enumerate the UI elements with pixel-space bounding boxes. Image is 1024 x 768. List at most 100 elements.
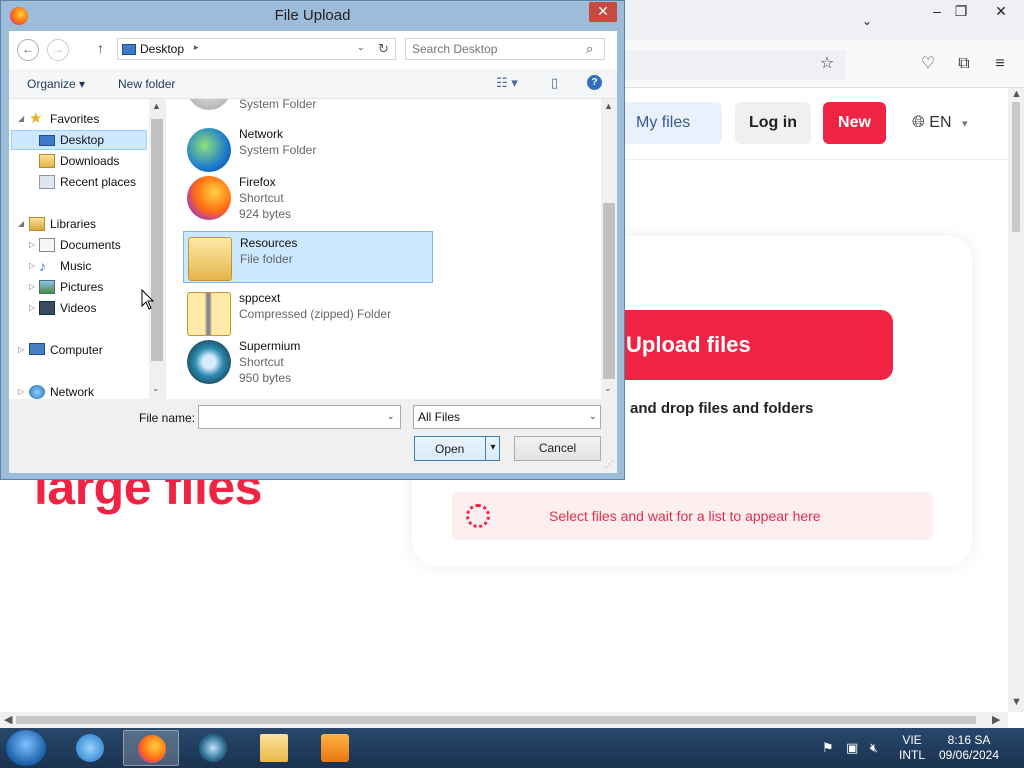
new-folder-button[interactable]: New folder (118, 77, 175, 91)
file-item-network[interactable]: Network System Folder (183, 123, 433, 175)
taskbar-media-player[interactable] (307, 730, 363, 766)
file-name-combobox[interactable]: ⌄ (198, 405, 401, 429)
search-box[interactable]: ⌕ (405, 38, 605, 60)
cancel-button[interactable]: Cancel (514, 436, 601, 461)
scroll-up-icon[interactable]: ▲ (1011, 88, 1022, 100)
expand-arrow-icon[interactable]: ▷ (29, 256, 35, 276)
upload-files-button[interactable]: Upload files (580, 310, 893, 380)
tree-item-pictures[interactable]: ▷ Pictures (9, 277, 149, 297)
tree-item-music[interactable]: ▷ ♪ Music (9, 256, 149, 276)
open-button[interactable]: Open ▾ (414, 436, 500, 461)
language-selector[interactable]: 🌐︎ EN ▾ (912, 102, 967, 144)
collapse-arrow-icon[interactable]: ◢ (18, 109, 24, 129)
scroll-thumb[interactable] (16, 716, 976, 724)
file-list-scrollbar[interactable]: ▲ ⌄ (601, 99, 617, 399)
recent-places-icon (39, 175, 55, 189)
tree-item-libraries[interactable]: ◢ Libraries (9, 214, 149, 234)
file-name-dropdown-icon[interactable]: ⌄ (387, 411, 395, 422)
tree-item-desktop[interactable]: Desktop (11, 130, 147, 150)
search-input[interactable] (412, 41, 582, 57)
tree-item-documents[interactable]: ▷ Documents (9, 235, 149, 255)
url-bar[interactable] (600, 50, 846, 80)
restore-icon[interactable]: ❐ (946, 0, 976, 22)
tree-scroll-down-icon[interactable]: ⌄ (152, 383, 160, 394)
file-upload-dialog: File Upload ✕ ← → ↑ Desktop ▸ ⌄ ↻ ⌕ Orga… (0, 0, 625, 480)
preview-pane-icon[interactable]: ▯ (551, 75, 558, 91)
file-name-input[interactable] (203, 409, 378, 425)
music-icon: ♪ (39, 258, 46, 274)
dialog-title: File Upload (274, 7, 351, 24)
refresh-button[interactable]: ↻ (372, 38, 396, 60)
expand-arrow-icon[interactable]: ▷ (18, 382, 24, 399)
file-type-dropdown-icon[interactable]: ⌄ (589, 411, 597, 422)
start-button[interactable] (6, 730, 46, 766)
files-scroll-down-icon[interactable]: ⌄ (604, 383, 612, 394)
file-item-sppcext[interactable]: sppcext Compressed (zipped) Folder (183, 287, 433, 339)
help-icon[interactable]: ? (587, 75, 602, 90)
expand-arrow-icon[interactable]: ▷ (29, 277, 35, 297)
taskbar-ie[interactable] (62, 730, 118, 766)
file-name: Supermium (239, 339, 301, 353)
tree-item-favorites[interactable]: ◢ ★ Favorites (9, 109, 149, 129)
back-button[interactable]: ← (17, 39, 39, 61)
tree-item-network[interactable]: ▷ Network (9, 382, 149, 399)
tree-label: Music (60, 259, 92, 273)
tree-item-videos[interactable]: ▷ Videos (9, 298, 149, 318)
volume-muted-icon[interactable]: 🔇︎ (870, 740, 878, 756)
file-type-select[interactable]: All Files ⌄ (413, 405, 601, 429)
tree-scrollbar[interactable]: ▲ ⌄ (149, 99, 165, 399)
tab-list-chevron-icon[interactable]: ⌄ (852, 10, 882, 32)
file-item-system-folder[interactable]: System Folder (183, 99, 433, 113)
scroll-left-icon[interactable]: ◀ (4, 713, 12, 726)
taskbar-supermium[interactable] (185, 730, 241, 766)
new-button[interactable]: New (823, 102, 886, 144)
input-language[interactable]: VIE INTL (896, 733, 928, 763)
forward-button[interactable]: → (47, 39, 69, 61)
dialog-close-button[interactable]: ✕ (589, 2, 617, 22)
file-item-firefox[interactable]: Firefox Shortcut 924 bytes (183, 171, 433, 223)
file-item-supermium[interactable]: Supermium Shortcut 950 bytes (183, 335, 433, 387)
organize-button[interactable]: Organize ▾ (27, 77, 85, 91)
address-location: Desktop (140, 42, 185, 56)
tree-item-downloads[interactable]: Downloads (9, 151, 149, 171)
tree-scroll-thumb[interactable] (151, 119, 163, 361)
expand-arrow-icon[interactable]: ▷ (29, 298, 35, 318)
tree-item-recent-places[interactable]: Recent places (9, 172, 149, 192)
pocket-icon[interactable]: ♡ (916, 52, 940, 76)
scroll-down-icon[interactable]: ▼ (1011, 696, 1022, 708)
star-icon: ★ (29, 110, 43, 127)
address-chevron-icon[interactable]: ▸ (194, 42, 199, 53)
taskbar-firefox[interactable] (123, 730, 179, 766)
open-split-dropdown-icon[interactable]: ▾ (485, 437, 500, 460)
file-item-resources[interactable]: Resources File folder (183, 231, 433, 283)
files-scroll-up-icon[interactable]: ▲ (604, 101, 613, 111)
browser-close-icon[interactable]: ✕ (986, 0, 1016, 22)
network-tray-icon[interactable]: ▣ (846, 740, 858, 756)
address-bar[interactable]: Desktop ▸ ⌄ (117, 38, 375, 60)
resize-grip-icon[interactable]: ⋰ (605, 459, 614, 470)
up-arrow-icon[interactable]: ↑ (97, 40, 104, 56)
extensions-icon[interactable]: ⧉ (952, 52, 976, 76)
tree-scroll-up-icon[interactable]: ▲ (152, 101, 161, 111)
search-icon[interactable]: ⌕ (586, 41, 593, 57)
page-vertical-scrollbar[interactable]: ▲ ▼ (1008, 88, 1024, 712)
tree-label: Pictures (60, 280, 104, 294)
clock[interactable]: 8:16 SA 09/06/2024 (936, 733, 1002, 763)
scroll-thumb[interactable] (1012, 102, 1020, 232)
tree-item-computer[interactable]: ▷ Computer (9, 340, 149, 360)
view-options-icon[interactable]: ☷ ▾ (496, 75, 518, 91)
supermium-icon (187, 340, 231, 384)
collapse-arrow-icon[interactable]: ◢ (18, 214, 24, 234)
files-scroll-thumb[interactable] (603, 203, 615, 379)
expand-arrow-icon[interactable]: ▷ (29, 235, 35, 255)
log-in-button[interactable]: Log in (735, 102, 811, 144)
bookmark-star-icon[interactable]: ☆ (815, 52, 839, 76)
menu-icon[interactable]: ≡ (988, 52, 1012, 76)
my-files-button[interactable]: My files (618, 102, 722, 144)
action-center-flag-icon[interactable]: ⚑ (822, 740, 834, 756)
taskbar-explorer[interactable] (246, 730, 302, 766)
scroll-right-icon[interactable]: ▶ (992, 713, 1000, 726)
expand-arrow-icon[interactable]: ▷ (18, 340, 24, 360)
page-horizontal-scrollbar[interactable]: ◀ ▶ (0, 712, 1008, 728)
address-dropdown-icon[interactable]: ⌄ (357, 42, 365, 53)
